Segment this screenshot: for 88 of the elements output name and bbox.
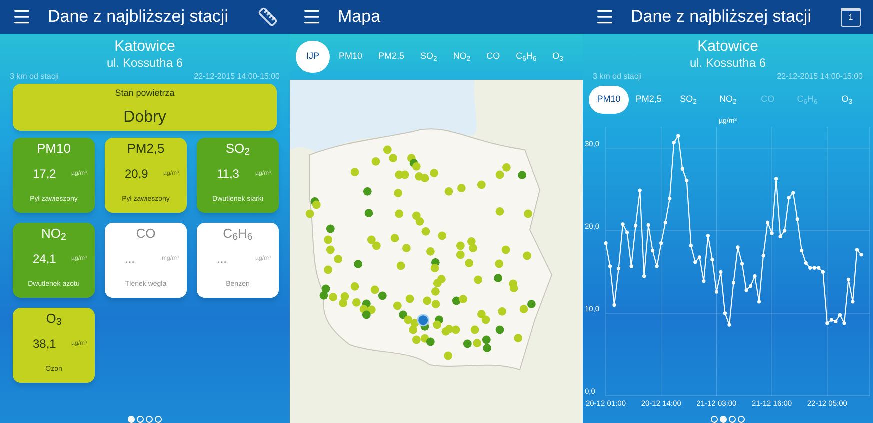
station-address: ul. Kossutha 6 xyxy=(106,56,184,71)
data-point xyxy=(616,267,621,271)
data-point xyxy=(846,278,850,282)
pollutant-value: ... xyxy=(124,251,136,268)
distance-text: 3 km od stacji xyxy=(10,72,59,82)
data-point xyxy=(621,222,625,226)
data-point xyxy=(838,313,842,317)
pollutant-tab[interactable]: SO$_{2}$ xyxy=(668,86,708,114)
data-point xyxy=(604,242,608,246)
pollutant-name: NO$_{2}$ xyxy=(42,226,66,242)
pollutant-name: O$_{3}$ xyxy=(46,311,62,327)
data-point xyxy=(642,274,646,278)
ruler-icon[interactable] xyxy=(258,7,278,27)
pollutant-tab[interactable]: C$_{6}$H$_{6}$ xyxy=(509,41,544,73)
data-point xyxy=(706,234,710,238)
data-point xyxy=(680,167,684,171)
data-point xyxy=(736,246,740,250)
screen-title: Dane z najbliższej stacji xyxy=(48,6,230,28)
data-point xyxy=(766,220,770,225)
data-point xyxy=(758,300,762,304)
pollutant-tab[interactable]: NO$_{2}$ xyxy=(708,86,748,114)
data-point xyxy=(634,224,638,228)
data-point xyxy=(762,254,766,258)
pollutant-value: 20,9 xyxy=(124,166,148,183)
data-point xyxy=(770,232,774,236)
pollutant-tab[interactable]: CO xyxy=(480,41,508,73)
data-point xyxy=(664,220,668,225)
calendar-icon[interactable]: 1 xyxy=(841,8,861,26)
data-point xyxy=(646,223,650,227)
pollutant-name: SO$_{2}$ xyxy=(226,141,250,157)
pollutant-tab[interactable]: IJP xyxy=(296,41,330,73)
station-address: ul. Kossutha 6 xyxy=(690,56,766,71)
pollutant-name: PM2,5 xyxy=(127,141,165,157)
data-point xyxy=(672,140,676,144)
distance-text: 3 km od stacji xyxy=(593,72,642,82)
pollutant-value: ... xyxy=(216,251,228,268)
data-point xyxy=(612,303,616,308)
pollutant-tab[interactable]: PM2,5 xyxy=(372,41,412,73)
data-point xyxy=(796,218,800,222)
data-point xyxy=(676,134,680,138)
pollutant-value: 24,1 xyxy=(32,251,56,268)
measurement-time: 22-12-2015 14:00-15:00 xyxy=(194,72,280,82)
data-point xyxy=(800,248,804,253)
pollutant-tab[interactable]: PM10 xyxy=(332,41,370,73)
data-point xyxy=(651,248,655,253)
data-point xyxy=(660,242,664,246)
city-name: Katowice xyxy=(698,38,758,56)
data-point xyxy=(710,258,714,262)
pollutant-value: 38,1 xyxy=(32,336,56,353)
data-point xyxy=(842,322,846,326)
pollutant-tab[interactable]: PM10 xyxy=(589,86,629,114)
data-point xyxy=(714,290,718,294)
pollutant-value: 11,3 xyxy=(216,166,240,183)
data-point xyxy=(638,188,642,192)
pollutant-tab[interactable]: SO$_{2}$ xyxy=(414,41,444,73)
data-point xyxy=(702,280,706,284)
data-point xyxy=(689,244,693,248)
data-point xyxy=(740,262,744,266)
data-point xyxy=(732,281,736,285)
pollutant-tab[interactable]: O$_{3}$ xyxy=(546,41,570,73)
city-name: Katowice xyxy=(114,38,176,56)
data-point xyxy=(753,274,757,278)
pollutant-name: PM10 xyxy=(37,141,71,157)
data-point xyxy=(851,300,855,304)
data-point xyxy=(728,323,732,327)
calendar-day: 1 xyxy=(848,14,854,22)
pollutant-name: C$_{6}$H$_{6}$ xyxy=(223,226,253,242)
screen-title: Mapa xyxy=(338,6,382,28)
pollutant-tab[interactable]: O$_{3}$ xyxy=(827,86,868,114)
pollutant-name: CO xyxy=(136,226,156,242)
data-point xyxy=(685,178,689,182)
pollutant-value: 17,2 xyxy=(32,166,56,183)
data-point xyxy=(630,264,634,268)
pollutant-tab[interactable]: NO$_{2}$ xyxy=(446,41,478,73)
data-point xyxy=(655,264,659,268)
data-point xyxy=(626,230,630,234)
data-point xyxy=(719,270,723,274)
data-point xyxy=(783,229,787,233)
data-point xyxy=(723,312,728,316)
pollutant-tab[interactable]: PM2,5 xyxy=(629,86,669,114)
air-quality-value: Dobry xyxy=(124,108,166,128)
measurement-time: 22-12-2015 14:00-15:00 xyxy=(777,72,863,82)
air-quality-label: Stan powietrza xyxy=(115,87,175,100)
data-point xyxy=(668,197,672,201)
data-point xyxy=(608,264,612,268)
data-point xyxy=(778,234,782,239)
data-point xyxy=(774,177,778,181)
screen-title: Dane z najbliższej stacji xyxy=(631,6,812,28)
